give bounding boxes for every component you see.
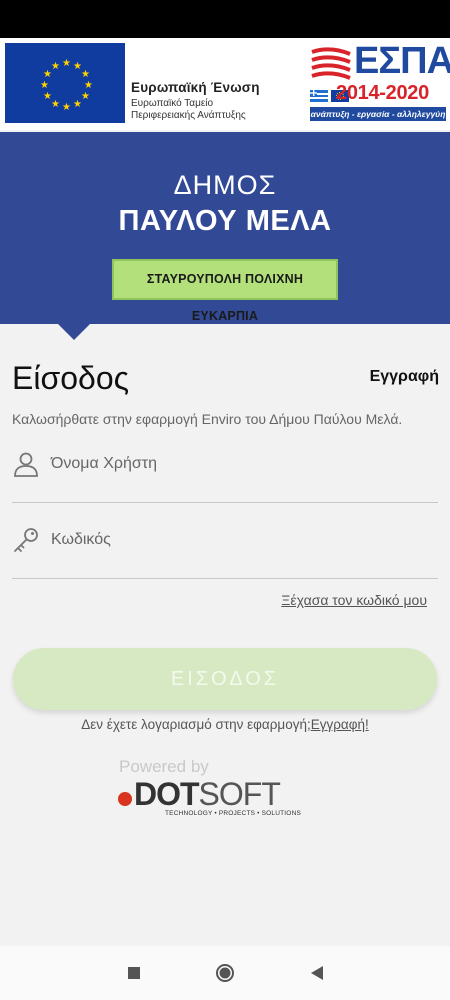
svg-text:★: ★ [84,80,93,91]
municipality-header: ΔΗΜΟΣ ΠΑΥΛΟΥ ΜΕΛΑ ΣΤΑΥΡΟΥΠΟΛΗ ΠΟΛΙΧΝΗ ΕΥ… [0,132,450,324]
svg-text:★: ★ [51,99,60,110]
eu-flag-icon: ★ ★ ★ ★ ★ ★ ★ ★ ★ ★ ★ ★ [5,43,125,123]
android-nav-bar [0,946,450,1000]
login-button[interactable]: ΕΙΣΟΔΟΣ [13,648,437,710]
no-account-text: Δεν έχετε λογαριασμό στην εφαρμογή;Εγγρα… [0,717,450,732]
welcome-text: Καλωσήρθατε στην εφαρμογή Enviro του Δήμ… [12,411,403,427]
espa-logo: ΕΣΠΑ 2014-2020 ανάπτυξη - εργασία - αλλη… [308,40,450,124]
header-notch [56,322,92,340]
eu-title: Ευρωπαϊκή Ένωση [131,80,260,95]
espa-word: ΕΣΠΑ [354,40,450,82]
svg-text:★: ★ [81,69,90,80]
municipality-name: ΠΑΥΛΟΥ ΜΕΛΑ [118,205,332,237]
password-placeholder: Κωδικός [51,531,111,548]
powered-by-label: Powered by [119,757,209,776]
districts-badge: ΣΤΑΥΡΟΥΠΟΛΗ ΠΟΛΙΧΝΗ ΕΥΚΑΡΠΙΑ [112,259,338,323]
eu-subtitle-line2: Περιφερειακής Ανάπτυξης [131,110,246,121]
circle-icon[interactable] [215,963,235,983]
svg-text:★: ★ [40,80,49,91]
status-bar [0,0,450,38]
logo-dot-icon [118,792,132,806]
username-placeholder: Όνομα Χρήστη [51,455,157,472]
svg-text:★: ★ [73,99,82,110]
triangle-back-icon[interactable] [308,963,328,983]
logo-word-dot: DOT [134,776,200,812]
register-bottom-link[interactable]: Εγγραφή! [311,717,369,732]
logo-tagline: TECHNOLOGY • PROJECTS • SOLUTIONS [165,810,301,817]
username-field[interactable]: Όνομα Χρήστη [12,443,438,503]
svg-text:★: ★ [62,102,71,113]
page-title: Είσοδος [12,360,130,396]
password-field[interactable]: Κωδικός [12,519,438,579]
espa-stripes-icon [311,47,351,80]
logo-word-soft: SOFT [198,776,281,812]
svg-text:★: ★ [62,58,71,69]
municipality-label: ΔΗΜΟΣ [173,170,277,200]
register-link[interactable]: Εγγραφή [370,368,439,386]
svg-text:★: ★ [81,91,90,102]
forgot-password-link[interactable]: Ξέχασα τον κωδικό μου [281,592,427,608]
key-icon [14,528,38,552]
svg-text:★: ★ [51,61,60,72]
eu-subtitle: Ευρωπαϊκό Ταμείο Περιφερειακής Ανάπτυξης [131,98,260,122]
logo-wordmark: DOTSOFT [134,776,281,813]
eu-subtitle-line1: Ευρωπαϊκό Ταμείο [131,98,214,109]
person-icon [14,452,38,477]
svg-text:★: ★ [43,91,52,102]
espa-tagline: ανάπτυξη - εργασία - αλληλεγγύη [310,107,446,121]
eu-text-block: Ευρωπαϊκή Ένωση Ευρωπαϊκό Ταμείο Περιφερ… [131,80,260,122]
square-icon[interactable] [124,963,144,983]
espa-years: 2014-2020 [336,82,429,104]
no-account-label: Δεν έχετε λογαριασμό στην εφαρμογή; [81,717,311,732]
eu-funding-banner: ★ ★ ★ ★ ★ ★ ★ ★ ★ ★ ★ ★ Ευρωπαϊκή Ένωση … [0,38,450,130]
